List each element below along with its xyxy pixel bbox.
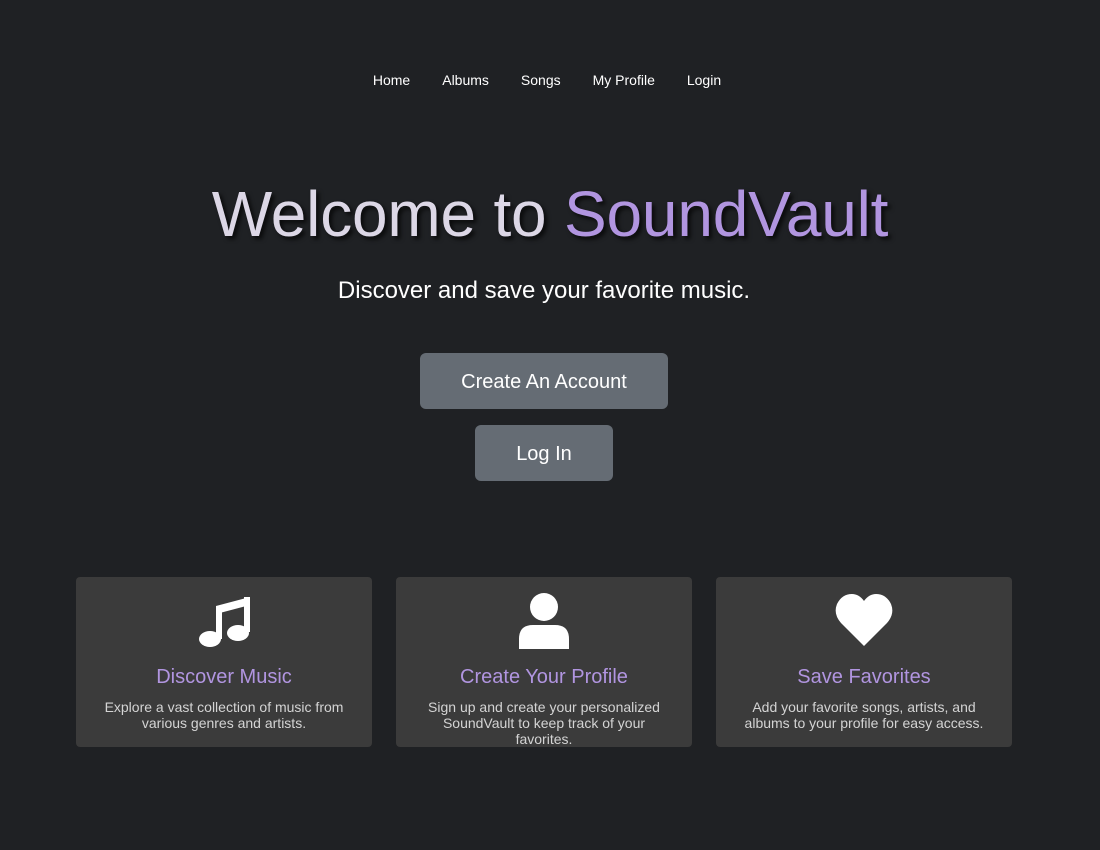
feature-card-create-profile: Create Your Profile Sign up and create y… xyxy=(396,577,692,747)
feature-card-discover-music: Discover Music Explore a vast collection… xyxy=(76,577,372,747)
hero-title: Welcome to SoundVault xyxy=(0,174,1100,254)
feature-card-save-favorites: Save Favorites Add your favorite songs, … xyxy=(716,577,1012,747)
create-account-button[interactable]: Create An Account xyxy=(420,353,668,409)
nav-albums-link[interactable]: Albums xyxy=(426,71,505,91)
feature-title: Discover Music xyxy=(156,666,292,688)
feature-description: Sign up and create your personalized Sou… xyxy=(428,699,660,747)
log-in-button[interactable]: Log In xyxy=(475,425,613,481)
feature-title: Create Your Profile xyxy=(460,666,628,688)
feature-title: Save Favorites xyxy=(797,666,931,688)
hero-title-prefix: Welcome to xyxy=(211,178,565,250)
user-icon xyxy=(396,593,692,649)
nav-login-link[interactable]: Login xyxy=(671,71,737,91)
feature-description: Add your favorite songs, artists, and al… xyxy=(744,699,984,731)
nav-my-profile-link[interactable]: My Profile xyxy=(577,71,671,91)
music-note-icon xyxy=(76,593,372,649)
heart-icon xyxy=(716,593,1012,649)
nav-songs-link[interactable]: Songs xyxy=(505,71,577,91)
hero-subtitle-text: Discover and save your favorite music. xyxy=(337,277,751,304)
hero-subtitle: Discover and save your favorite music. xyxy=(0,277,1100,305)
feature-description: Explore a vast collection of music from … xyxy=(104,699,344,731)
hero-title-brand: SoundVault xyxy=(564,178,889,250)
nav-home-link[interactable]: Home xyxy=(357,71,426,91)
main-nav: Home Albums Songs My Profile Login xyxy=(0,71,1100,91)
